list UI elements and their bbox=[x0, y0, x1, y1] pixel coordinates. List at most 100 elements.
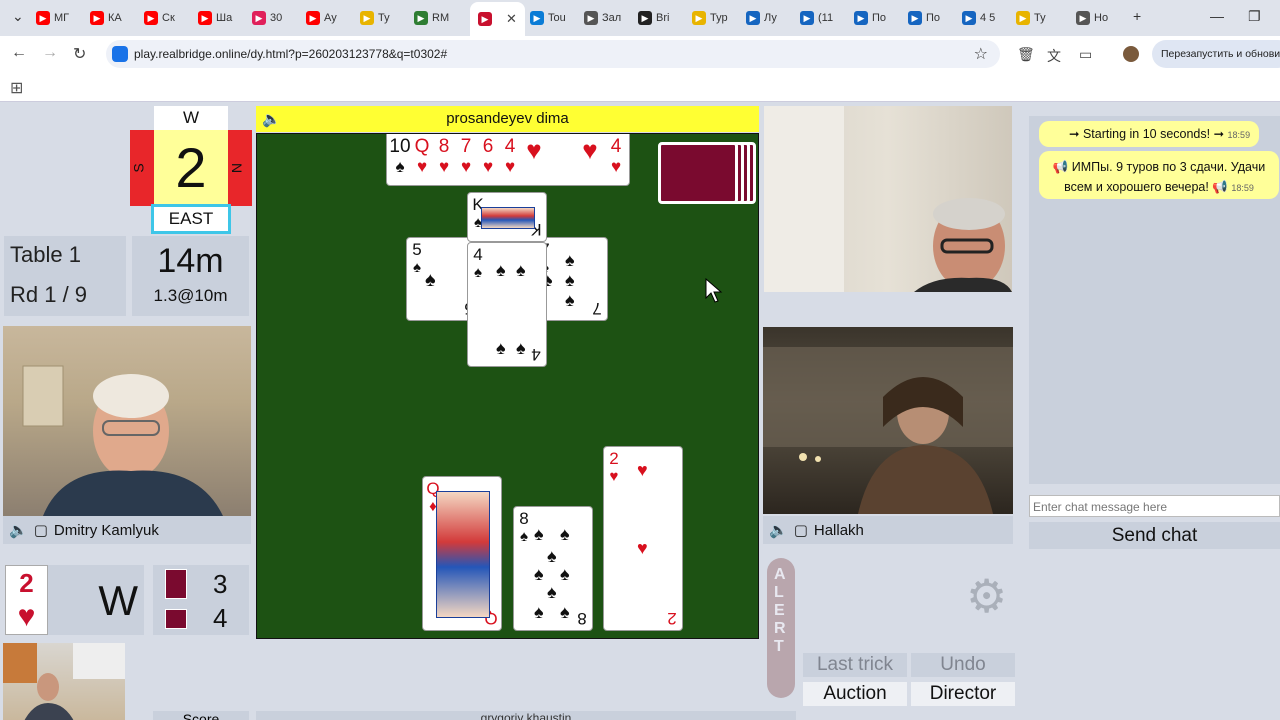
director-button[interactable]: Director bbox=[911, 682, 1015, 706]
tab-favicon-icon: ▶ bbox=[90, 11, 104, 25]
dummy-card[interactable]: ♥ bbox=[579, 135, 601, 165]
browser-tab[interactable]: ▶ Ау bbox=[306, 6, 337, 30]
dummy-card[interactable]: 8 ♥ bbox=[433, 137, 455, 177]
profile-avatar[interactable] bbox=[1123, 46, 1139, 62]
card-rank: 4 bbox=[531, 345, 541, 364]
tab-label: МГ bbox=[54, 12, 70, 24]
browser-tab[interactable]: ▶ RM bbox=[414, 6, 449, 30]
dummy-card[interactable]: 4 ♥ bbox=[605, 137, 627, 177]
alert-button[interactable]: A L E R T bbox=[767, 558, 795, 698]
trick-card-south[interactable]: 4 ♠ 4 ♠ ♠ ♠ ♠ bbox=[467, 242, 547, 367]
card-pip-icon: ♠ bbox=[516, 260, 526, 280]
close-tab-icon[interactable]: ✕ bbox=[506, 11, 517, 27]
trick-card-north[interactable]: K ♠ K bbox=[467, 192, 547, 242]
tab-label: Bri bbox=[656, 12, 670, 24]
dummy-card[interactable]: 10 ♠ bbox=[389, 137, 411, 177]
chat-message: ➞ Starting in 10 seconds! ➞ 18:59 bbox=[1039, 121, 1259, 147]
browser-tab[interactable]: ▶ ✕ bbox=[470, 2, 525, 36]
reload-icon[interactable]: ↻ bbox=[73, 44, 86, 64]
speaker-icon[interactable]: 🔈 bbox=[769, 521, 788, 539]
browser-tab[interactable]: ▶ Tou bbox=[530, 6, 566, 30]
browser-tab[interactable]: ▶ По bbox=[854, 6, 886, 30]
card-suit-icon: ♥ bbox=[526, 135, 542, 165]
card-suit-icon: ♥ bbox=[582, 135, 598, 165]
tab-favicon-icon: ▶ bbox=[908, 11, 922, 25]
translate-icon[interactable]: 文 bbox=[1047, 46, 1061, 66]
score-button[interactable]: Score bbox=[153, 711, 249, 720]
browser-tab[interactable]: ▶ Ша bbox=[198, 6, 232, 30]
contract-level: 2 bbox=[19, 568, 34, 598]
auction-button[interactable]: Auction bbox=[803, 682, 907, 706]
card-pip-icon: ♠ bbox=[496, 260, 506, 280]
chat-bubble-icon[interactable]: ▢ bbox=[794, 521, 808, 539]
url-text: play.realbridge.online/dy.html?p=2602031… bbox=[134, 47, 448, 61]
tab-label: По bbox=[926, 12, 941, 24]
tab-favicon-icon: ▶ bbox=[530, 11, 544, 25]
browser-tab[interactable]: ▶ 30 bbox=[252, 6, 282, 30]
cast-icon[interactable]: ▭ bbox=[1079, 46, 1092, 63]
card-pip-icon: ♠ bbox=[565, 270, 575, 290]
card-pip-icon: ♠ bbox=[534, 524, 544, 544]
browser-tab[interactable]: ▶ 4 5 bbox=[962, 6, 995, 30]
new-tab-icon[interactable]: + bbox=[1133, 8, 1141, 24]
card-rank: 10 bbox=[389, 136, 411, 157]
browser-tab[interactable]: ▶ МГ bbox=[36, 6, 69, 30]
speaker-icon[interactable]: 🔈 bbox=[9, 521, 28, 539]
tab-favicon-icon: ▶ bbox=[584, 11, 598, 25]
tab-label: Ша bbox=[216, 12, 233, 24]
chat-bubble-icon[interactable]: ▢ bbox=[34, 521, 48, 539]
forward-icon[interactable]: → bbox=[42, 44, 58, 62]
card-suit-icon: ♠ bbox=[520, 528, 528, 545]
tricks-panel: 3 4 bbox=[153, 565, 249, 635]
tab-label: Tou bbox=[548, 12, 566, 24]
browser-tab[interactable]: ▶ Ту bbox=[1016, 6, 1046, 30]
dummy-card[interactable]: Q ♥ bbox=[411, 137, 433, 177]
gear-icon[interactable]: ⚙ bbox=[966, 569, 1007, 623]
chat-input[interactable]: Enter chat message here bbox=[1029, 495, 1280, 517]
browser-tab[interactable]: ▶ Но bbox=[1076, 6, 1108, 30]
browser-tab[interactable]: ▶ Зал bbox=[584, 6, 621, 30]
tricks-won-card-icon bbox=[165, 569, 187, 599]
restart-update-button[interactable]: Перезапустить и обновить bbox=[1152, 40, 1280, 68]
west-video-frame bbox=[22, 365, 223, 516]
browser-tab[interactable]: ▶ КА bbox=[90, 6, 122, 30]
table-label: Table 1 bbox=[10, 242, 81, 267]
dummy-card[interactable]: 6 ♥ bbox=[477, 137, 499, 177]
undo-button[interactable]: Undo bbox=[911, 653, 1015, 677]
tab-search-icon[interactable]: ⌄ bbox=[12, 8, 24, 25]
bridge-app: W S 2 N EAST Table 1 Rd 1 / 9 14m 1.3@10… bbox=[0, 103, 1280, 720]
browser-toolbar: ← → ↻ play.realbridge.online/dy.html?p=2… bbox=[0, 36, 1280, 72]
dummy-card[interactable]: 4 ♥ bbox=[499, 137, 521, 177]
compass-right-vulnerable: N bbox=[228, 130, 252, 206]
browser-tab[interactable]: ▶ Ту bbox=[360, 6, 390, 30]
apps-grid-icon[interactable]: ⊞ bbox=[10, 78, 23, 98]
dummy-card[interactable]: ♥ bbox=[523, 135, 545, 165]
trash-icon[interactable]: 🗑 bbox=[1017, 46, 1035, 63]
back-icon[interactable]: ← bbox=[11, 44, 27, 62]
card-pip-icon: ♠ bbox=[425, 269, 436, 291]
hand-card[interactable]: 2 ♥ 2 ♥ ♥ bbox=[603, 446, 683, 631]
send-chat-button[interactable]: Send chat bbox=[1029, 522, 1280, 549]
minimize-icon[interactable]: — bbox=[1210, 8, 1224, 24]
last-trick-button[interactable]: Last trick bbox=[803, 653, 907, 677]
browser-tab[interactable]: ▶ Лу bbox=[746, 6, 777, 30]
browser-tab[interactable]: ▶ Тур bbox=[692, 6, 728, 30]
south-video bbox=[3, 643, 125, 720]
hand-card[interactable]: 8 ♠ 8 ♠ ♠ ♠ ♠ ♠ ♠ ♠ ♠ bbox=[513, 506, 593, 631]
browser-tab[interactable]: ▶ Bri bbox=[638, 6, 669, 30]
tab-favicon-icon: ▶ bbox=[746, 11, 760, 25]
tab-label: Но bbox=[1094, 12, 1109, 24]
dummy-card[interactable]: 7 ♥ bbox=[455, 137, 477, 177]
site-info-icon[interactable] bbox=[112, 46, 128, 62]
card-suit-icon: ♠ bbox=[474, 264, 482, 281]
browser-tab[interactable]: ▶ Ск bbox=[144, 6, 175, 30]
bookmark-star-icon[interactable]: ☆ bbox=[974, 44, 988, 64]
address-bar[interactable]: play.realbridge.online/dy.html?p=2602031… bbox=[106, 40, 1000, 68]
browser-tab[interactable]: ▶ По bbox=[908, 6, 940, 30]
time-detail: 1.3@10m bbox=[153, 286, 228, 305]
browser-tab[interactable]: ▶ (11 bbox=[800, 6, 833, 30]
hand-card[interactable]: Q ♦ Q bbox=[422, 476, 502, 631]
table-info-panel: Table 1 Rd 1 / 9 bbox=[4, 236, 126, 316]
restore-icon[interactable]: ❐ bbox=[1248, 8, 1261, 25]
tab-label: 30 bbox=[270, 12, 283, 24]
